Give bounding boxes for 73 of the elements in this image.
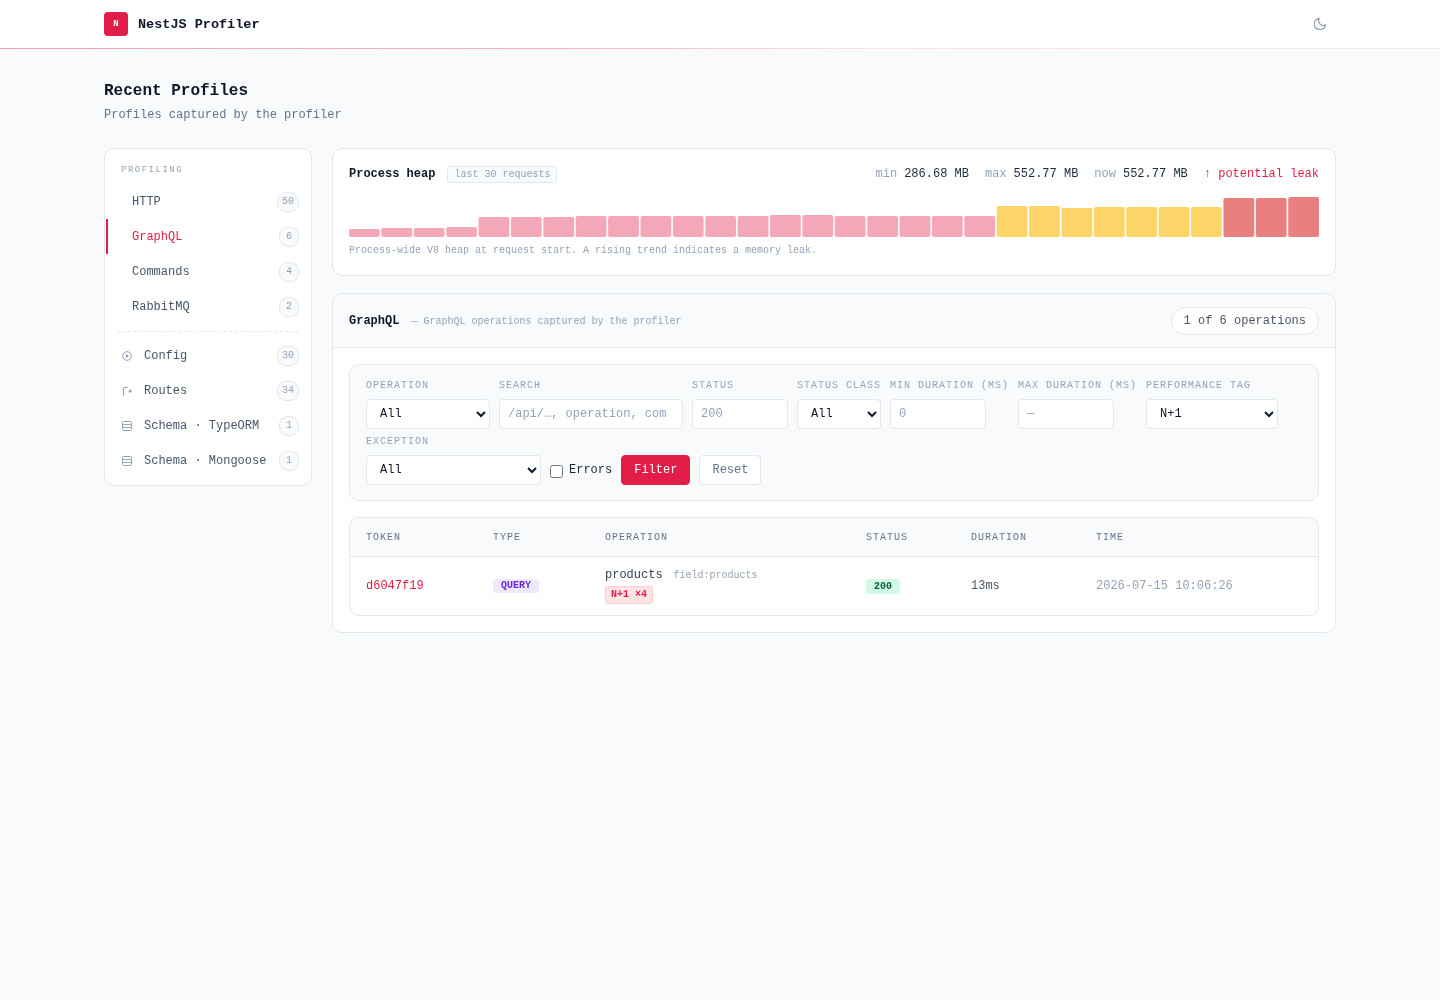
status-badge: 200 xyxy=(866,578,900,594)
type-badge: QUERY xyxy=(493,579,539,593)
count-badge: 34 xyxy=(277,380,299,401)
column-header: TYPE xyxy=(493,531,522,543)
field-label: MAX DURATION (MS) xyxy=(1018,380,1138,392)
stat-label: min xyxy=(875,167,898,181)
panel-title: GraphQL xyxy=(349,313,400,328)
sidebar-item[interactable]: Schema · TypeORM 1 xyxy=(106,408,299,443)
count-badge: 1 xyxy=(279,450,299,471)
field-label: SEARCH xyxy=(499,380,541,392)
trend-warning: ↑ potential leak xyxy=(1203,167,1319,181)
stat-label: max xyxy=(984,167,1007,181)
chart-caption: Process-wide V8 heap at request start. A rising trend indicates a memory leak. xyxy=(349,244,819,258)
result-count-badge: 1 of 6 operations xyxy=(1170,306,1319,335)
sidebar-item[interactable]: Schema · Mongoose 1 xyxy=(106,443,299,478)
table-icon xyxy=(122,420,132,431)
stat-label: now xyxy=(1094,167,1116,181)
sidebar-item[interactable]: RabbitMQ 2 xyxy=(106,289,299,324)
filter-dropdown[interactable]: All xyxy=(797,399,881,429)
stat-value: 286.68 MB xyxy=(904,167,969,181)
filter-dropdown[interactable]: All xyxy=(366,399,490,429)
field-label: MIN DURATION (MS) xyxy=(890,380,1010,392)
filter-input[interactable]: 0 xyxy=(890,399,986,429)
page-title: Recent Profiles xyxy=(104,81,250,101)
field-label: STATUS xyxy=(692,380,734,392)
filter-button[interactable]: Filter xyxy=(621,455,691,485)
field-label: OPERATION xyxy=(366,380,429,392)
field-path: field:products xyxy=(673,570,758,581)
count-badge: 2 xyxy=(279,296,299,317)
stat-value: 552.77 MB xyxy=(1013,167,1079,181)
column-header: STATUS xyxy=(866,531,909,543)
filter-input[interactable]: — xyxy=(1018,399,1115,429)
dot-circle-icon xyxy=(122,350,132,361)
range-badge: last 30 requests xyxy=(447,165,558,183)
count-badge: 50 xyxy=(277,191,299,212)
reset-button[interactable]: Reset xyxy=(699,455,762,485)
table-icon xyxy=(122,455,132,466)
errors-checkbox[interactable] xyxy=(550,464,563,478)
duration-text: 13ms xyxy=(971,579,1000,593)
token-link[interactable]: d6047f19 xyxy=(366,579,424,593)
column-header: TOKEN xyxy=(366,531,402,543)
field-label: PERFORMANCE TAG xyxy=(1146,380,1252,392)
count-badge: 1 xyxy=(279,415,299,436)
sidebar-item[interactable]: Routes 34 xyxy=(106,373,299,408)
stat-value: 552.77 MB xyxy=(1122,167,1188,181)
sidebar-item[interactable]: HTTP 50 xyxy=(106,184,299,219)
panel-subtitle: — GraphQL operations captured by the profiler xyxy=(411,315,682,327)
filter-dropdown[interactable]: All xyxy=(366,455,541,485)
app-logo[interactable]: N xyxy=(104,12,128,36)
moon-icon[interactable] xyxy=(1314,18,1326,30)
sidebar-item[interactable]: Commands 4 xyxy=(106,254,299,289)
section-heading: PROFILING xyxy=(120,164,185,177)
column-header: TIME xyxy=(1096,531,1125,543)
count-badge: 30 xyxy=(277,345,299,366)
column-header: OPERATION xyxy=(605,531,669,543)
operation-name: products xyxy=(605,568,663,582)
checkbox-label: Errors xyxy=(569,463,613,477)
count-badge: 4 xyxy=(279,261,299,282)
field-label: EXCEPTION xyxy=(366,436,429,448)
filter-dropdown[interactable]: N+1 xyxy=(1146,399,1279,429)
time-text: 2026-07-15 10:06:26 xyxy=(1096,579,1233,593)
panel-title: Process heap xyxy=(349,167,436,181)
field-label: STATUS CLASS xyxy=(797,380,881,392)
sidebar-item[interactable]: GraphQL 6 xyxy=(106,219,299,254)
perf-tag-badge: N+1 ×4 xyxy=(605,586,653,604)
column-header: DURATION xyxy=(971,531,1028,543)
sidebar-item[interactable]: Config 30 xyxy=(106,338,299,373)
branch-icon xyxy=(122,385,132,396)
app-title: NestJS Profiler xyxy=(138,16,260,32)
filter-input[interactable]: /api/…, operation, com xyxy=(499,399,683,429)
filter-input[interactable]: 200 xyxy=(692,399,788,429)
count-badge: 6 xyxy=(279,226,299,247)
page-subtitle: Profiles captured by the profiler xyxy=(104,107,343,123)
